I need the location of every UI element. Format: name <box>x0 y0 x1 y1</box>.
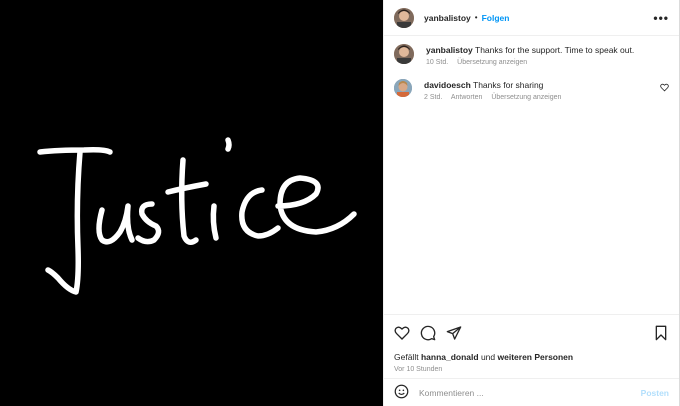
post-actions: Gefällt hanna_donald und weiteren Person… <box>384 314 679 373</box>
avatar[interactable] <box>394 44 414 64</box>
comment-message: Thanks for the support. Time to speak ou… <box>475 45 635 55</box>
avatar[interactable] <box>394 7 414 28</box>
comment-input[interactable]: Kommentieren ... <box>419 388 641 398</box>
share-icon[interactable] <box>446 325 462 341</box>
comment-like-heart-icon[interactable] <box>660 83 669 94</box>
comments-list: yanbalistoy Thanks for the support. Time… <box>384 36 679 101</box>
post-header: yanbalistoy • Folgen ••• <box>384 0 679 36</box>
comment-time[interactable]: 2 Std. <box>424 94 442 101</box>
header-username[interactable]: yanbalistoy <box>424 13 471 23</box>
comment-meta: 2 Std. Antworten Übersetzung anzeigen <box>424 94 669 101</box>
comment-username[interactable]: davidoesch <box>424 80 471 90</box>
follow-button[interactable]: Folgen <box>482 13 510 23</box>
comment-composer: Kommentieren ... Posten <box>384 378 679 406</box>
comment-text: davidoesch Thanks for sharing <box>424 79 669 91</box>
post-viewer: yanbalistoy • Folgen ••• yanbalistoy Tha… <box>0 0 680 406</box>
liked-user-link[interactable]: hanna_donald <box>421 352 479 362</box>
likes-summary: Gefällt hanna_donald und weiteren Person… <box>394 352 669 362</box>
avatar-image <box>394 7 414 28</box>
bookmark-icon[interactable] <box>653 325 669 341</box>
reply-link[interactable]: Antworten <box>451 94 483 101</box>
comment-text: yanbalistoy Thanks for the support. Time… <box>426 44 669 56</box>
action-icons <box>394 324 669 342</box>
comment-meta: 10 Std. Übersetzung anzeigen <box>426 59 669 66</box>
more-horizontal-icon[interactable]: ••• <box>653 11 669 25</box>
translate-link[interactable]: Übersetzung anzeigen <box>491 94 561 101</box>
liked-prefix: Gefällt <box>394 352 419 362</box>
avatar-image <box>394 44 414 64</box>
comment-message: Thanks for sharing <box>473 80 544 90</box>
liked-others-link[interactable]: weiteren Personen <box>498 352 574 362</box>
post-time[interactable]: Vor 10 Stunden <box>394 366 669 373</box>
heart-icon <box>660 83 669 92</box>
comment-time[interactable]: 10 Std. <box>426 59 448 66</box>
avatar[interactable] <box>394 79 412 97</box>
comment-icon[interactable] <box>420 325 436 341</box>
translate-link[interactable]: Übersetzung anzeigen <box>457 59 527 66</box>
separator-dot: • <box>474 13 478 22</box>
list-item: yanbalistoy Thanks for the support. Time… <box>394 44 669 66</box>
comment-username[interactable]: yanbalistoy <box>426 45 473 55</box>
avatar-image <box>394 79 412 97</box>
list-item: davidoesch Thanks for sharing 2 Std. Ant… <box>394 79 669 101</box>
emoji-icon[interactable] <box>394 384 409 401</box>
post-image[interactable] <box>0 0 383 406</box>
post-sidebar: yanbalistoy • Folgen ••• yanbalistoy Tha… <box>383 0 680 406</box>
heart-icon[interactable] <box>394 325 410 341</box>
liked-middle: und <box>480 352 496 362</box>
justice-handwriting <box>37 137 357 295</box>
post-comment-button[interactable]: Posten <box>641 388 669 398</box>
